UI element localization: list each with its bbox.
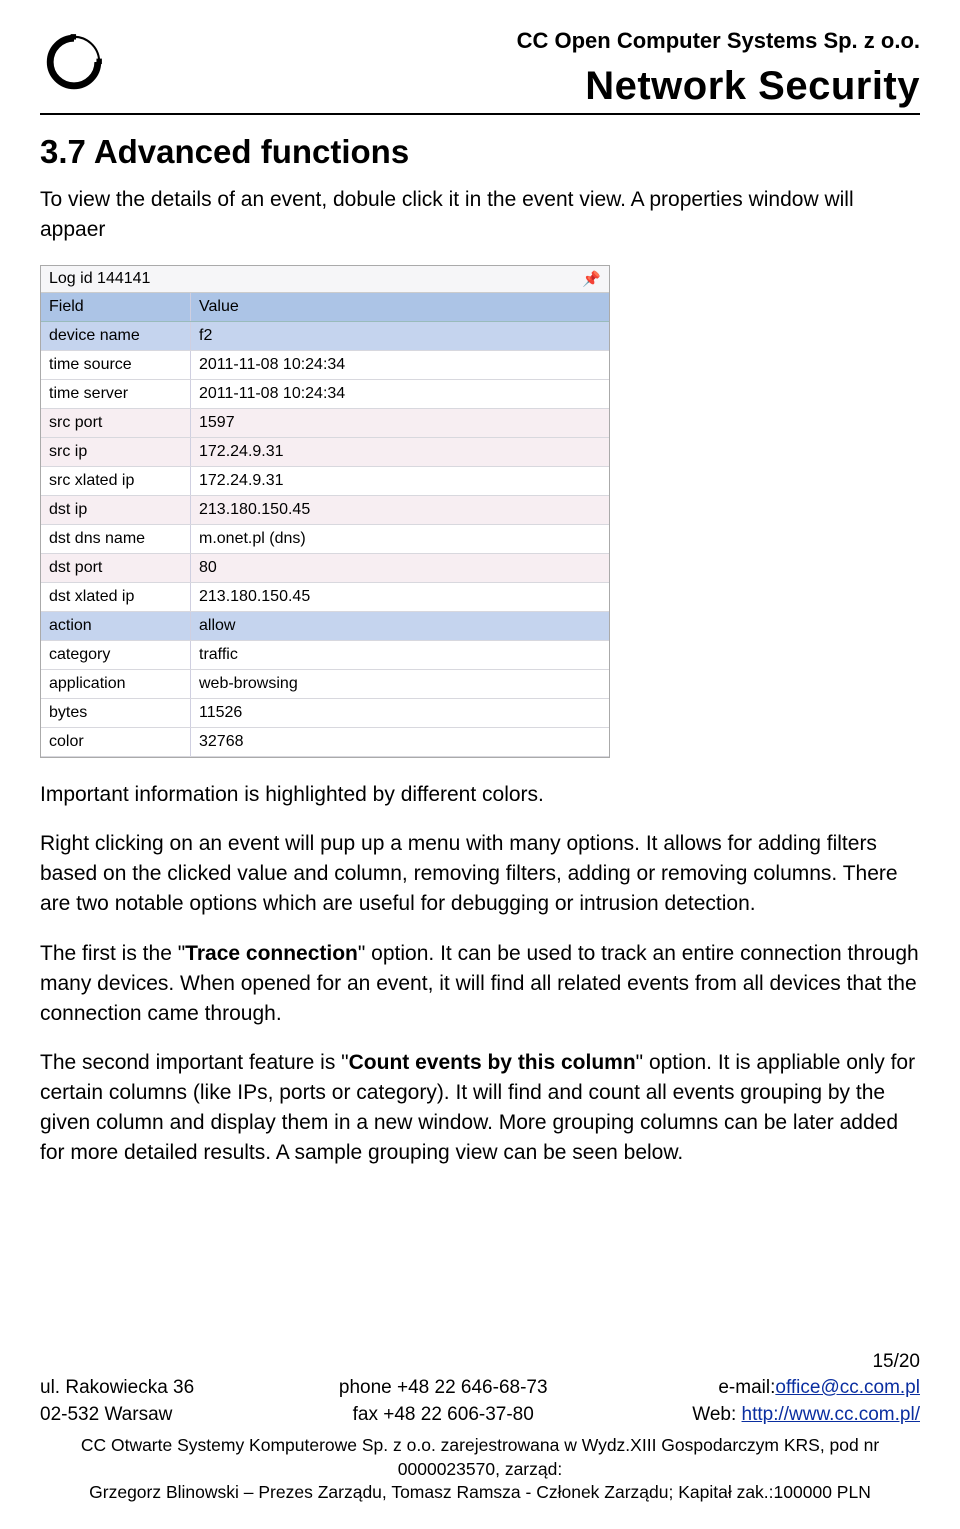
- pin-icon[interactable]: 📌: [582, 270, 601, 288]
- col-header-value: Value: [191, 293, 609, 321]
- table-row[interactable]: dst port80: [41, 554, 609, 583]
- value-cell: 213.180.150.45: [191, 583, 609, 611]
- value-cell: 2011-11-08 10:24:34: [191, 380, 609, 408]
- table-row[interactable]: src ip172.24.9.31: [41, 438, 609, 467]
- table-row[interactable]: dst ip213.180.150.45: [41, 496, 609, 525]
- value-cell: allow: [191, 612, 609, 640]
- value-cell: 1597: [191, 409, 609, 437]
- table-row[interactable]: src xlated ip172.24.9.31: [41, 467, 609, 496]
- email-link[interactable]: office@cc.com.pl: [775, 1377, 920, 1398]
- paragraph-trace: The first is the "Trace connection" opti…: [40, 939, 920, 1028]
- field-cell: src ip: [41, 438, 191, 466]
- address-line: ul. Rakowiecka 36: [40, 1375, 194, 1402]
- paragraph-count: The second important feature is "Count e…: [40, 1048, 920, 1167]
- fax-line: fax +48 22 606-37-80: [339, 1402, 548, 1429]
- section-heading: 3.7 Advanced functions: [40, 133, 920, 171]
- field-cell: dst port: [41, 554, 191, 582]
- field-cell: dst xlated ip: [41, 583, 191, 611]
- field-cell: time source: [41, 351, 191, 379]
- text-fragment: The first is the ": [40, 942, 185, 965]
- panel-titlebar[interactable]: Log id 144141 📌: [41, 266, 609, 293]
- legal-line: Grzegorz Blinowski – Prezes Zarządu, Tom…: [40, 1481, 920, 1505]
- field-cell: device name: [41, 322, 191, 350]
- address-line: 02-532 Warsaw: [40, 1402, 194, 1429]
- field-cell: time server: [41, 380, 191, 408]
- value-cell: m.onet.pl (dns): [191, 525, 609, 553]
- value-cell: 11526: [191, 699, 609, 727]
- field-cell: action: [41, 612, 191, 640]
- legal-text: CC Otwarte Systemy Komputerowe Sp. z o.o…: [40, 1434, 920, 1505]
- footer-links: e-mail:office@cc.com.pl Web: http://www.…: [692, 1375, 920, 1428]
- email-label: e-mail:: [718, 1377, 775, 1398]
- value-cell: 213.180.150.45: [191, 496, 609, 524]
- field-cell: color: [41, 728, 191, 756]
- company-name: CC Open Computer Systems Sp. z o.o.: [517, 28, 920, 54]
- trace-connection-term: Trace connection: [185, 942, 358, 965]
- page-footer: 15/20 ul. Rakowiecka 36 02-532 Warsaw ph…: [0, 1351, 960, 1505]
- paragraph-highlight: Important information is highlighted by …: [40, 780, 920, 810]
- col-header-field: Field: [41, 293, 191, 321]
- table-row[interactable]: time source2011-11-08 10:24:34: [41, 351, 609, 380]
- count-events-term: Count events by this column: [349, 1051, 636, 1074]
- table-row[interactable]: dst dns namem.onet.pl (dns): [41, 525, 609, 554]
- field-cell: src port: [41, 409, 191, 437]
- value-cell: 2011-11-08 10:24:34: [191, 351, 609, 379]
- company-logo-icon: [40, 28, 108, 96]
- table-header-row: Field Value: [41, 293, 609, 322]
- field-cell: dst dns name: [41, 525, 191, 553]
- table-row[interactable]: color32768: [41, 728, 609, 757]
- value-cell: 32768: [191, 728, 609, 756]
- legal-line: CC Otwarte Systemy Komputerowe Sp. z o.o…: [40, 1434, 920, 1481]
- table-row[interactable]: time server2011-11-08 10:24:34: [41, 380, 609, 409]
- page-number: 15/20: [40, 1351, 920, 1373]
- table-row[interactable]: categorytraffic: [41, 641, 609, 670]
- table-row[interactable]: dst xlated ip213.180.150.45: [41, 583, 609, 612]
- field-cell: bytes: [41, 699, 191, 727]
- web-label: Web:: [692, 1404, 741, 1425]
- value-cell: traffic: [191, 641, 609, 669]
- footer-address: ul. Rakowiecka 36 02-532 Warsaw: [40, 1375, 194, 1428]
- table-row[interactable]: src port1597: [41, 409, 609, 438]
- field-cell: category: [41, 641, 191, 669]
- document-title: Network Security: [517, 64, 920, 109]
- panel-title: Log id 144141: [49, 270, 150, 288]
- table-row[interactable]: device namef2: [41, 322, 609, 351]
- table-row[interactable]: bytes11526: [41, 699, 609, 728]
- value-cell: f2: [191, 322, 609, 350]
- log-properties-panel: Log id 144141 📌 Field Value device namef…: [40, 265, 610, 758]
- phone-line: phone +48 22 646-68-73: [339, 1375, 548, 1402]
- table-row[interactable]: applicationweb-browsing: [41, 670, 609, 699]
- value-cell: 172.24.9.31: [191, 438, 609, 466]
- paragraph-context-menu: Right clicking on an event will pup up a…: [40, 829, 920, 918]
- web-link[interactable]: http://www.cc.com.pl/: [742, 1404, 920, 1425]
- field-cell: dst ip: [41, 496, 191, 524]
- text-fragment: The second important feature is ": [40, 1051, 349, 1074]
- value-cell: 80: [191, 554, 609, 582]
- field-cell: src xlated ip: [41, 467, 191, 495]
- page-header: CC Open Computer Systems Sp. z o.o. Netw…: [40, 28, 920, 115]
- value-cell: web-browsing: [191, 670, 609, 698]
- field-cell: application: [41, 670, 191, 698]
- paragraph-intro: To view the details of an event, dobule …: [40, 185, 920, 245]
- value-cell: 172.24.9.31: [191, 467, 609, 495]
- table-row[interactable]: actionallow: [41, 612, 609, 641]
- footer-contact: phone +48 22 646-68-73 fax +48 22 606-37…: [339, 1375, 548, 1428]
